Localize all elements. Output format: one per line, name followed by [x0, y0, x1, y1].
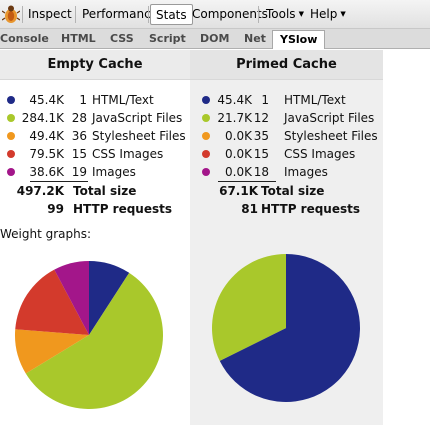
total-size-value: 497.2K — [16, 184, 64, 198]
stat-count: 19 — [71, 165, 87, 179]
tab-yslow[interactable]: YSlow — [272, 30, 326, 49]
stat-size: 21.7K — [217, 111, 252, 125]
firebug-toolbar: Inspect Performance Stats Components Too… — [0, 0, 430, 29]
stat-label: CSS Images — [284, 147, 356, 161]
stat-row-js: 21.7K 12 JavaScript Files — [190, 109, 383, 127]
stat-row-css-images: 0.0K 15 CSS Images — [190, 145, 383, 163]
stat-size: 0.0K — [225, 147, 252, 161]
chevron-down-icon: ▼ — [298, 10, 304, 18]
stat-count: 36 — [71, 129, 87, 143]
http-requests-label: HTTP requests — [73, 202, 173, 216]
stat-row-html: 45.4K 1 HTML/Text — [190, 91, 383, 109]
firebug-logo-icon[interactable] — [2, 4, 20, 24]
inspect-button[interactable]: Inspect — [23, 4, 77, 25]
help-menu[interactable]: Help ▼ — [305, 4, 351, 25]
tab-css[interactable]: CSS — [110, 31, 134, 48]
stat-label: Stylesheet Files — [284, 129, 378, 143]
primed-cache-pane: Primed Cache 45.4K 1 HTML/Text 21.7K 12 … — [190, 50, 383, 425]
stat-size: 0.0K — [225, 129, 252, 143]
stat-count: 15 — [71, 147, 87, 161]
tab-net[interactable]: Net — [244, 31, 266, 48]
empty-cache-title: Empty Cache — [0, 50, 190, 80]
http-requests-label: HTTP requests — [261, 202, 361, 216]
stat-size: 45.4K — [217, 93, 252, 107]
total-size-label: Total size — [73, 184, 137, 198]
tab-dom[interactable]: DOM — [200, 31, 229, 48]
stat-label: HTML/Text — [92, 93, 154, 107]
stat-count: 28 — [71, 111, 87, 125]
tools-menu-label: Tools — [266, 7, 296, 21]
primed-cache-title: Primed Cache — [190, 50, 383, 80]
stat-count: 1 — [261, 93, 269, 107]
tab-script[interactable]: Script — [149, 31, 186, 48]
toolbar-separator — [75, 6, 76, 23]
stat-count: 12 — [253, 111, 269, 125]
http-requests-value: 99 — [47, 202, 64, 216]
stat-row-html: 45.4K 1 HTML/Text — [0, 91, 190, 109]
stat-row-css: 49.4K 36 Stylesheet Files — [0, 127, 190, 145]
tools-menu[interactable]: Tools ▼ — [261, 4, 309, 25]
tab-console[interactable]: Console — [0, 31, 49, 48]
http-requests-row: 81 HTTP requests — [190, 200, 383, 218]
stat-label: JavaScript Files — [284, 111, 375, 125]
stat-size: 49.4K — [29, 129, 64, 143]
stat-row-images: 0.0K 18 Images — [190, 163, 383, 181]
toolbar-separator — [148, 6, 149, 23]
help-menu-label: Help — [310, 7, 338, 21]
stat-count: 1 — [79, 93, 87, 107]
stat-row-js: 284.1K 28 JavaScript Files — [0, 109, 190, 127]
stat-label: Images — [92, 165, 136, 179]
stat-count: 35 — [253, 129, 269, 143]
empty-cache-weight-pie — [14, 261, 164, 409]
stat-label: Images — [284, 165, 328, 179]
empty-cache-pane: Empty Cache 45.4K 1 HTML/Text 284.1K 28 … — [0, 50, 190, 425]
stat-size: 284.1K — [21, 111, 64, 125]
total-size-label: Total size — [261, 184, 325, 198]
http-requests-value: 81 — [241, 202, 258, 216]
stat-label: Stylesheet Files — [92, 129, 186, 143]
stat-count: 18 — [253, 165, 269, 179]
stat-size: 0.0K — [225, 165, 252, 179]
chevron-down-icon: ▼ — [340, 10, 346, 18]
panel-tabs: Console HTML CSS Script DOM Net YSlow — [0, 29, 430, 49]
stat-size: 79.5K — [29, 147, 64, 161]
stat-count: 15 — [253, 147, 269, 161]
stat-row-css: 0.0K 35 Stylesheet Files — [190, 127, 383, 145]
total-size-row: 67.1K Total size — [190, 182, 383, 200]
stat-size: 38.6K — [29, 165, 64, 179]
total-size-value: 67.1K — [219, 184, 258, 198]
stat-size: 45.4K — [29, 93, 64, 107]
yslow-stats-window: Inspect Performance Stats Components Too… — [0, 0, 430, 425]
primed-cache-weight-pie — [212, 254, 360, 402]
total-size-row: 497.2K Total size — [0, 182, 190, 200]
weight-graphs-label: Weight graphs: — [0, 227, 92, 241]
stat-label: CSS Images — [92, 147, 164, 161]
stat-label: JavaScript Files — [92, 111, 183, 125]
stat-label: HTML/Text — [284, 93, 346, 107]
http-requests-row: 99 HTTP requests — [0, 200, 190, 218]
stat-row-images: 38.6K 19 Images — [0, 163, 190, 181]
toolbar-separator — [258, 6, 259, 23]
stat-row-css-images: 79.5K 15 CSS Images — [0, 145, 190, 163]
tab-html[interactable]: HTML — [61, 31, 96, 48]
